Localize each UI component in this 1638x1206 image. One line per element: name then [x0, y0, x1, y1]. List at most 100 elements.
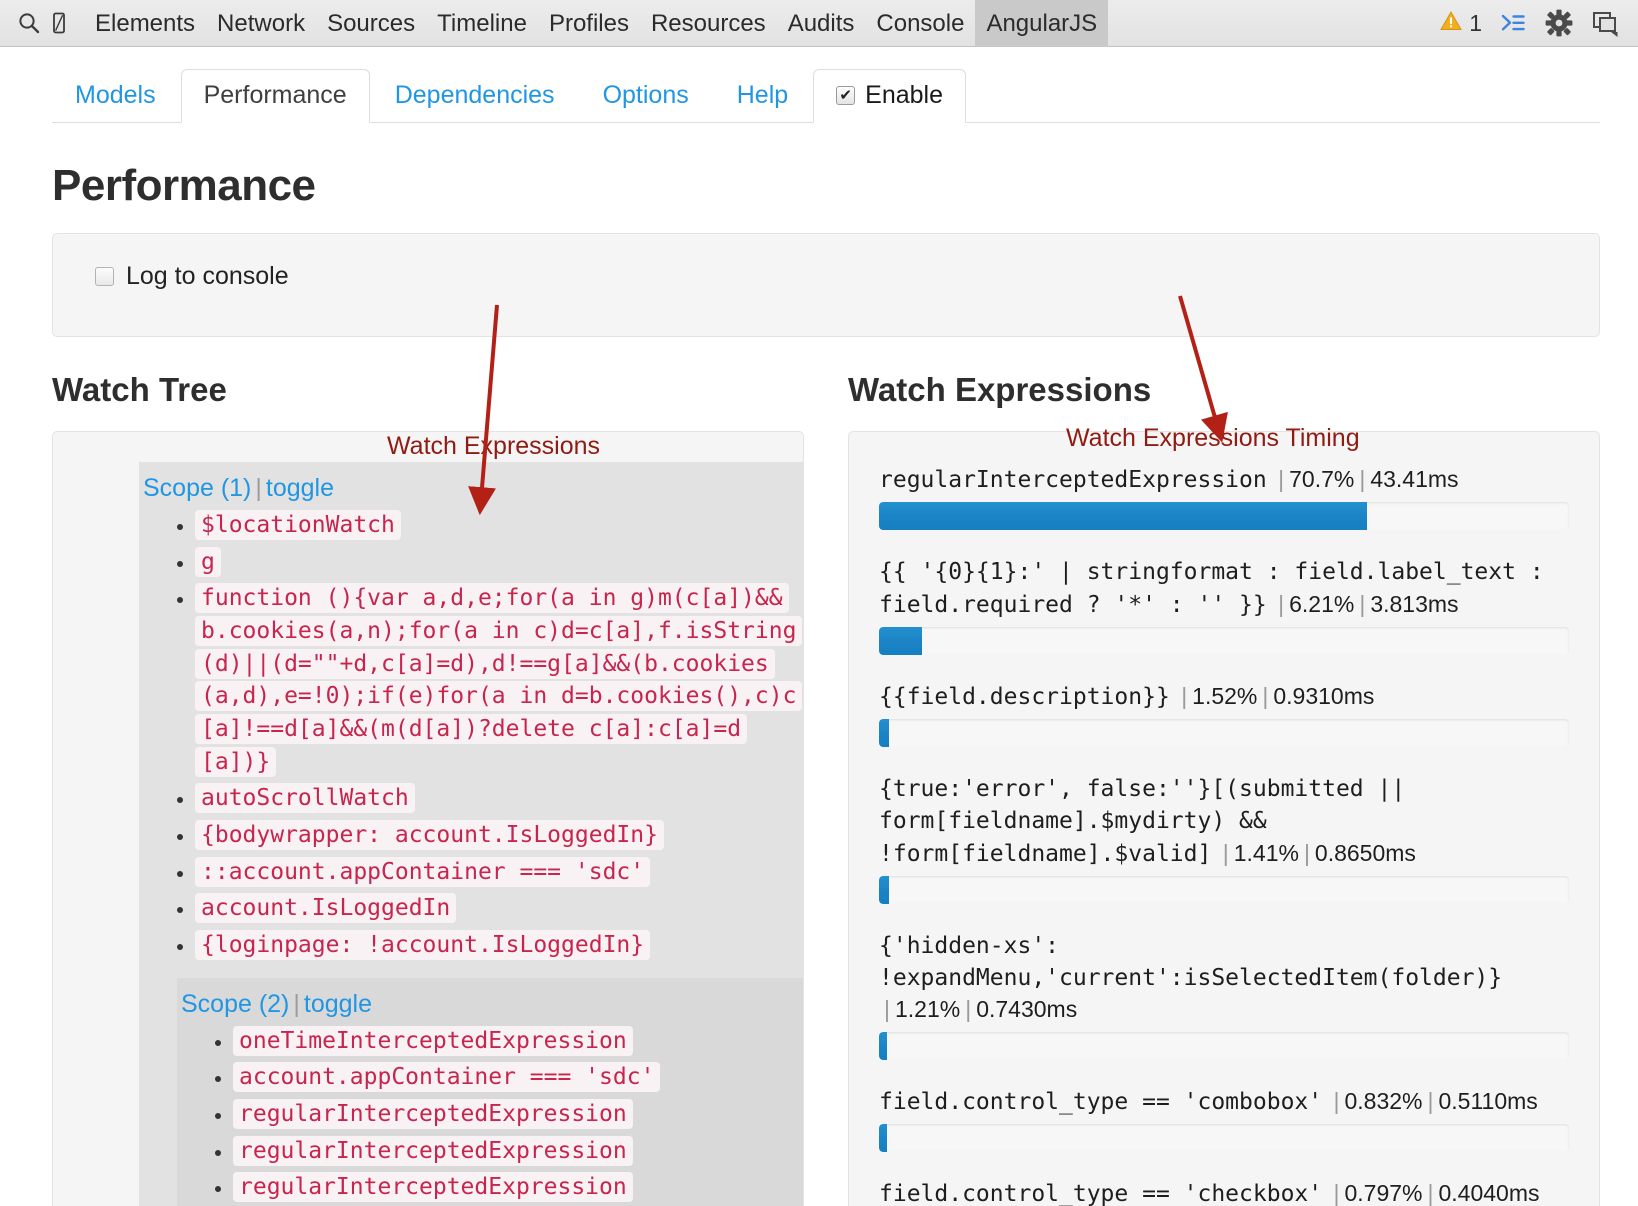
- separator: |: [1278, 590, 1285, 617]
- watch-expression-label: regularInterceptedExpression | 70.7% | 43.4…: [879, 464, 1569, 496]
- warning-count: 1: [1469, 9, 1482, 36]
- watch-expression: regularInterceptedExpression: [233, 1172, 633, 1203]
- panel-tab-timeline[interactable]: Timeline: [426, 0, 538, 47]
- device-toggle-icon[interactable]: [44, 8, 74, 38]
- separator: |: [884, 996, 890, 1023]
- watch-expression-item: field.control_type == 'combobox' | 0.832%…: [879, 1086, 1569, 1152]
- progress-fill: [879, 626, 922, 655]
- log-to-console-checkbox[interactable]: [95, 267, 114, 286]
- watch-expression-time: 0.9310ms: [1273, 682, 1375, 709]
- list-item: account.IsLoggedIn: [195, 892, 803, 925]
- scope-separator-2: |: [293, 989, 300, 1018]
- progress-track: [879, 502, 1569, 531]
- watch-expression-item: field.control_type == 'checkbox' | 0.797%…: [879, 1178, 1569, 1206]
- separator: |: [1333, 1179, 1340, 1206]
- separator: |: [1333, 1087, 1340, 1114]
- scope-name-2[interactable]: Scope (2): [181, 990, 289, 1018]
- watch-expression-time: 0.7430ms: [976, 996, 1078, 1023]
- progress-track: [879, 719, 1569, 748]
- enable-checkbox[interactable]: ✔: [836, 86, 856, 105]
- gear-icon[interactable]: [1544, 8, 1574, 38]
- watch-expression-time: 0.4040ms: [1438, 1179, 1540, 1206]
- watch-expression-percent: 0.832%: [1344, 1087, 1423, 1114]
- panel-tab-audits[interactable]: Audits: [777, 0, 866, 47]
- tab-dependencies[interactable]: Dependencies: [372, 69, 578, 123]
- watch-expressions-title: Watch Expressions: [848, 371, 1152, 408]
- scope-toggle-1[interactable]: toggle: [266, 474, 334, 502]
- separator: |: [1262, 682, 1269, 709]
- watch-tree-panel: Scope (1)|toggle $locationWatch g functi…: [52, 431, 804, 1206]
- scope-header-1: Scope (1) | toggle: [139, 474, 803, 503]
- watch-expression: ::account.appContainer === 'sdc': [195, 856, 651, 887]
- devtools-panel-tabs[interactable]: Elements Network Sources Timeline Profil…: [84, 0, 1109, 47]
- watch-expression-text: regularInterceptedExpression: [879, 467, 1267, 493]
- watch-expression-percent: 70.7%: [1289, 466, 1355, 492]
- watch-expression-label: {true:'error', false:''}[(submitted || f…: [879, 773, 1569, 870]
- watch-expression-item: {true:'error', false:''}[(submitted || f…: [879, 773, 1569, 904]
- log-to-console-row[interactable]: Log to console: [95, 262, 289, 291]
- separator: |: [1427, 1179, 1434, 1206]
- progress-track: [879, 1123, 1569, 1152]
- watch-expression-text: field.control_type == 'checkbox': [879, 1180, 1323, 1206]
- watch-expression-time: 0.8650ms: [1314, 839, 1416, 866]
- watch-expressions-list: regularInterceptedExpression | 70.7% | 43.4…: [849, 446, 1599, 1206]
- angularjs-tabbar: Models Performance Dependencies Options …: [0, 47, 1638, 123]
- watch-list-2: oneTimeInterceptedExpression account.app…: [177, 1025, 803, 1206]
- watch-expression-label: {{ '{0}{1}:' | stringformat : field.labe…: [879, 556, 1569, 621]
- watch-expression-label: {'hidden-xs': !expandMenu,'current':isSe…: [879, 930, 1569, 1026]
- devtools-toolbar-right: 1: [1439, 8, 1626, 38]
- watch-expression: account.appContainer === 'sdc': [233, 1062, 661, 1093]
- scope-name-1[interactable]: Scope (1): [143, 474, 251, 502]
- list-item: autoScrollWatch: [195, 782, 803, 815]
- watch-expression-item: {{ '{0}{1}:' | stringformat : field.labe…: [879, 556, 1569, 655]
- watch-expression: $locationWatch: [195, 510, 401, 540]
- watch-expression: {loginpage: !account.IsLoggedIn}: [195, 929, 651, 960]
- watch-tree-title: Watch Tree: [52, 371, 227, 408]
- watch-expressions-panel: regularInterceptedExpression | 70.7% | 43.4…: [848, 431, 1600, 1206]
- list-item: {bodywrapper: account.IsLoggedIn}: [195, 819, 803, 852]
- panels-row: Watch Tree Scope (1)|toggle $locationWat…: [52, 371, 1600, 1206]
- watch-expression-label: field.control_type == 'combobox' | 0.832%…: [879, 1086, 1569, 1118]
- search-icon[interactable]: [14, 8, 44, 38]
- tab-models[interactable]: Models: [52, 69, 179, 123]
- watch-expression: function (){var a,d,e;for(a in g)m(c[a])…: [195, 583, 803, 777]
- progress-track: [879, 1031, 1569, 1060]
- watch-expression-text: {{field.description}}: [879, 683, 1170, 710]
- separator: |: [1181, 682, 1188, 709]
- watch-expression-text: field.control_type == 'combobox': [879, 1088, 1323, 1115]
- watch-expression-item: {'hidden-xs': !expandMenu,'current':isSe…: [879, 930, 1569, 1060]
- watch-expression-item: regularInterceptedExpression | 70.7% | 43.4…: [879, 464, 1569, 531]
- scope-toggle-2[interactable]: toggle: [304, 990, 372, 1018]
- watch-expression: account.IsLoggedIn: [195, 893, 457, 924]
- panel-tab-network[interactable]: Network: [206, 0, 316, 47]
- watch-expression: regularInterceptedExpression: [233, 1098, 633, 1129]
- console-prompt-icon[interactable]: [1498, 8, 1528, 38]
- panel-tab-resources[interactable]: Resources: [640, 0, 777, 47]
- watch-expression-text: {'hidden-xs': !expandMenu,'current':isSe…: [879, 932, 1503, 992]
- list-item: account.appContainer === 'sdc': [233, 1061, 803, 1094]
- panel-tab-sources[interactable]: Sources: [316, 0, 426, 47]
- panel-tab-angularjs[interactable]: AngularJS: [975, 0, 1109, 47]
- tab-help[interactable]: Help: [714, 69, 811, 123]
- watch-expression-percent: 1.41%: [1233, 839, 1299, 866]
- warning-indicator[interactable]: 1: [1439, 9, 1482, 38]
- watch-expression: {bodywrapper: account.IsLoggedIn}: [195, 819, 664, 850]
- panel-tab-profiles[interactable]: Profiles: [538, 0, 640, 47]
- tab-enable[interactable]: ✔ Enable: [813, 69, 967, 123]
- progress-fill: [879, 875, 889, 904]
- panel-tab-elements[interactable]: Elements: [84, 0, 206, 47]
- progress-fill: [879, 1031, 888, 1060]
- list-item: g: [195, 546, 803, 579]
- list-item: {loginpage: !account.IsLoggedIn}: [195, 929, 803, 962]
- dock-position-icon[interactable]: [1590, 8, 1620, 38]
- watch-list-1: $locationWatch g function (){var a,d,e;f…: [139, 509, 803, 962]
- panel-tab-console[interactable]: Console: [865, 0, 975, 47]
- enable-label: Enable: [865, 81, 944, 109]
- page-title: Performance: [52, 161, 316, 210]
- watch-expression: oneTimeInterceptedExpression: [233, 1025, 633, 1056]
- list-item: ::account.appContainer === 'sdc': [195, 856, 803, 889]
- watch-tree-column: Watch Tree Scope (1)|toggle $locationWat…: [52, 371, 804, 1206]
- tab-performance[interactable]: Performance: [180, 69, 370, 123]
- log-to-console-label: Log to console: [126, 262, 289, 290]
- tab-options[interactable]: Options: [580, 69, 712, 123]
